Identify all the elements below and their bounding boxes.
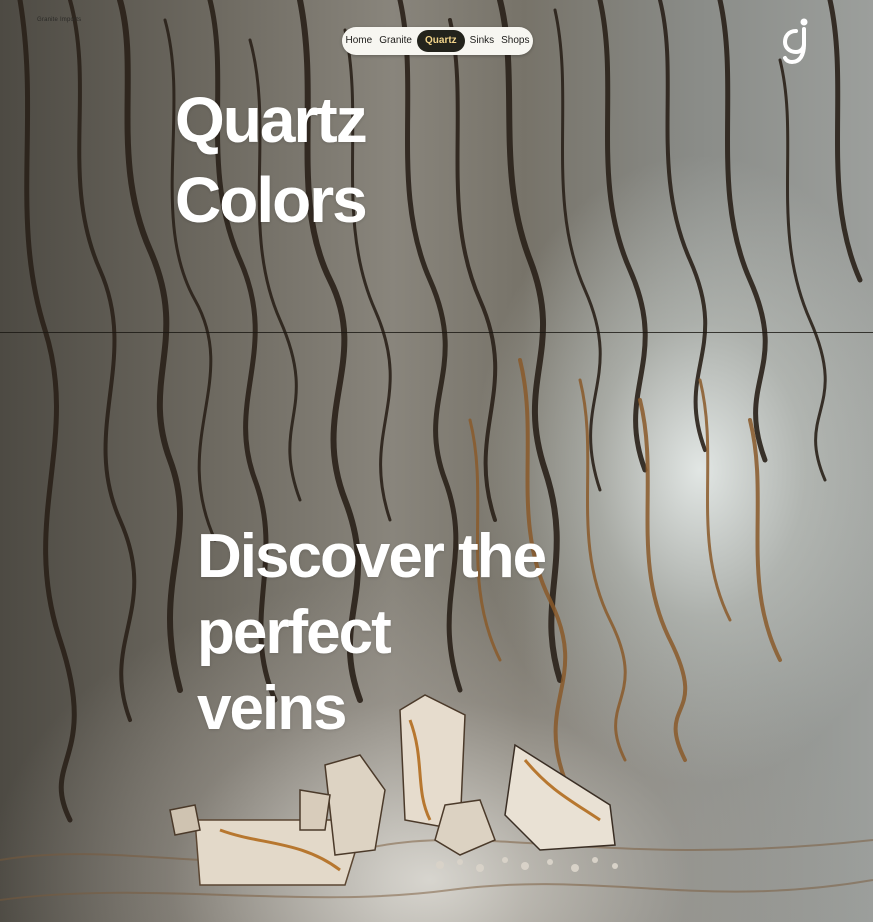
nav-item-home[interactable]: Home (344, 31, 375, 51)
main-nav: Home Granite Quartz Sinks Shops (342, 27, 533, 55)
nav-item-granite[interactable]: Granite (377, 31, 414, 51)
panel-seam (0, 332, 873, 333)
nav-item-shops[interactable]: Shops (499, 31, 531, 51)
nav-item-sinks[interactable]: Sinks (468, 31, 496, 51)
brand-text[interactable]: Granite Imports (37, 17, 81, 23)
hero-tagline: Discover the perfect veins (197, 522, 547, 743)
hero-background (0, 0, 873, 922)
page-title: Quartz Colors (175, 84, 368, 236)
gi-logo-icon[interactable] (782, 17, 814, 65)
nav-item-quartz[interactable]: Quartz (417, 30, 465, 52)
